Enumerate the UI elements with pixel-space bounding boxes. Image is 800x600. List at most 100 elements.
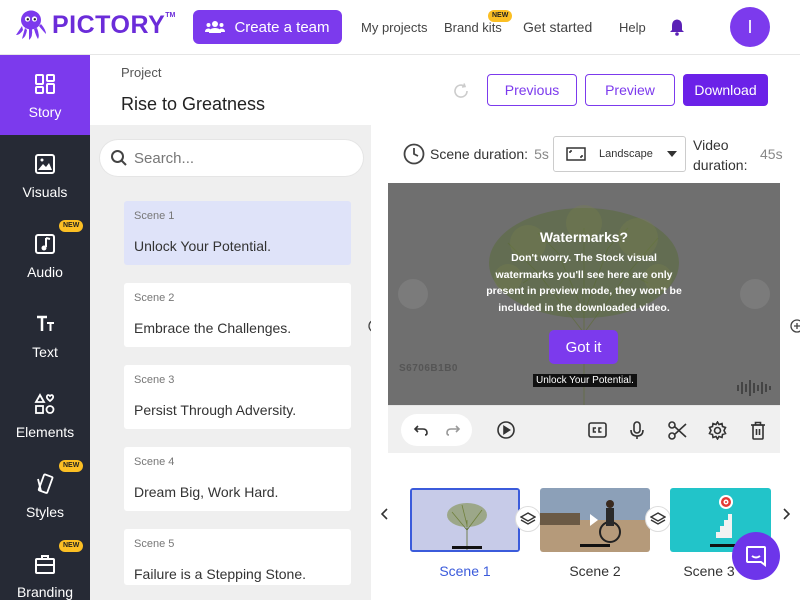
nav-help[interactable]: Help (619, 20, 646, 35)
search-box[interactable] (100, 140, 363, 176)
wheelchair-thumbnail (540, 488, 650, 552)
sidebar-item-story[interactable]: Story (0, 55, 90, 135)
layers-icon[interactable] (515, 506, 541, 532)
logo[interactable]: PICTORY TM (14, 8, 175, 42)
scene-number: Scene 5 (134, 538, 175, 550)
create-team-button[interactable]: Create a team (193, 10, 342, 44)
shapes-icon (34, 392, 56, 416)
layout-value: Landscape (599, 148, 653, 160)
clock-icon (403, 143, 425, 165)
timeline-thumb-2[interactable] (540, 488, 650, 552)
refresh-icon[interactable] (452, 82, 470, 100)
scene-card-4[interactable]: Scene 4 Dream Big, Work Hard. (124, 447, 351, 511)
audio-new-badge: NEW (59, 220, 84, 232)
logo-text: PICTORY (52, 10, 166, 39)
chat-icon (746, 546, 766, 567)
previous-button[interactable]: Previous (487, 74, 577, 106)
avatar[interactable]: I (730, 7, 770, 47)
watermark-title: Watermarks? (539, 229, 629, 245)
top-bar: PICTORY TM Create a team My projects Bra… (0, 0, 800, 55)
branding-new-badge: NEW (59, 540, 84, 552)
scene-text: Dream Big, Work Hard. (134, 484, 279, 500)
scene-text: Embrace the Challenges. (134, 320, 292, 336)
watermark-body: Don't worry. The Stock visual watermarks… (486, 252, 682, 314)
story-icon (34, 72, 56, 96)
search-input[interactable] (134, 149, 334, 167)
scene-number: Scene 4 (134, 456, 175, 468)
image-icon (34, 152, 56, 176)
undo-icon[interactable] (413, 422, 429, 438)
bell-icon[interactable] (668, 18, 686, 36)
layout-select[interactable]: Landscape (553, 136, 686, 172)
timeline-thumb-label: Scene 1 (439, 563, 491, 579)
music-icon (34, 232, 56, 256)
styles-icon (34, 472, 56, 496)
scissors-icon[interactable] (668, 421, 687, 440)
sidebar-item-visuals[interactable]: Visuals (0, 135, 90, 215)
sidebar-item-label: Visuals (22, 184, 68, 200)
sidebar-item-text[interactable]: Text (0, 295, 90, 375)
layers-icon[interactable] (645, 506, 671, 532)
scene-number: Scene 2 (134, 292, 175, 304)
timeline-thumb-1[interactable] (410, 488, 520, 552)
octopus-logo-icon (16, 10, 46, 40)
scene-duration[interactable]: Scene duration: 5s (403, 143, 549, 165)
users-icon (205, 21, 226, 33)
text-icon (34, 312, 56, 336)
timeline-thumb-label: Scene 2 (569, 563, 621, 579)
sidebar-item-label: Branding (16, 584, 74, 600)
create-team-label: Create a team (234, 18, 330, 36)
video-duration-label: Video duration: (693, 137, 748, 173)
scene-card-2[interactable]: Scene 2 Embrace the Challenges. (124, 283, 351, 347)
gear-icon[interactable] (708, 421, 727, 440)
scene-text: Persist Through Adversity. (134, 402, 297, 418)
brand-kits-new-badge: NEW (488, 10, 513, 22)
video-duration-value: 45s (760, 146, 783, 162)
stock-watermark-id: S6706B1B0 (399, 363, 458, 374)
preview-button[interactable]: Preview (585, 74, 675, 106)
redo-icon[interactable] (445, 422, 461, 438)
chat-support-button[interactable] (732, 532, 780, 580)
styles-new-badge: NEW (59, 460, 84, 472)
trademark: TM (165, 11, 176, 19)
sidebar-item-label: Audio (27, 264, 63, 280)
left-sidebar: Story Visuals Audio NEW Text Elements St… (0, 55, 90, 600)
sidebar-item-label: Text (32, 344, 58, 360)
scene-card-5[interactable]: Scene 5 Failure is a Stepping Stone. (124, 529, 351, 585)
scene-number: Scene 3 (134, 374, 175, 386)
trash-icon[interactable] (750, 421, 766, 440)
audio-wave-icon (737, 380, 771, 396)
add-scene-after-icon[interactable] (790, 319, 800, 333)
timeline-prev-icon[interactable] (381, 508, 389, 520)
sidebar-item-label: Elements (15, 424, 75, 440)
tree-thumbnail (412, 490, 518, 550)
scene-text: Unlock Your Potential. (134, 238, 271, 254)
timeline-next-icon[interactable] (782, 508, 790, 520)
video-preview[interactable]: Watermarks? Don't worry. The Stock visua… (388, 183, 780, 405)
sidebar-item-elements[interactable]: Elements (0, 375, 90, 455)
scene-card-3[interactable]: Scene 3 Persist Through Adversity. (124, 365, 351, 429)
sidebar-item-label: Styles (25, 504, 65, 520)
scene-number: Scene 1 (134, 210, 175, 222)
chevron-down-icon (667, 151, 677, 157)
project-title[interactable]: Rise to Greatness (121, 94, 265, 115)
scene-text: Failure is a Stepping Stone. (134, 566, 306, 582)
nav-brand-kits[interactable]: Brand kits (444, 20, 502, 35)
nav-my-projects[interactable]: My projects (361, 20, 427, 35)
search-icon (111, 150, 127, 166)
download-button[interactable]: Download (683, 74, 768, 106)
player-controls (388, 405, 780, 453)
preview-caption: Unlock Your Potential. (533, 374, 637, 387)
nav-get-started[interactable]: Get started (523, 19, 592, 35)
play-icon[interactable] (497, 421, 515, 439)
undo-redo-group (401, 414, 472, 446)
microphone-icon[interactable] (630, 421, 644, 440)
project-label: Project (121, 65, 162, 80)
landscape-icon (566, 147, 586, 161)
briefcase-icon (34, 552, 56, 576)
scene-card-1[interactable]: Scene 1 Unlock Your Potential. (124, 201, 351, 265)
got-it-button[interactable]: Got it (549, 330, 618, 364)
scene-duration-label: Scene duration: (430, 146, 529, 162)
sidebar-item-label: Story (28, 104, 62, 120)
closed-captions-icon[interactable] (588, 422, 607, 438)
